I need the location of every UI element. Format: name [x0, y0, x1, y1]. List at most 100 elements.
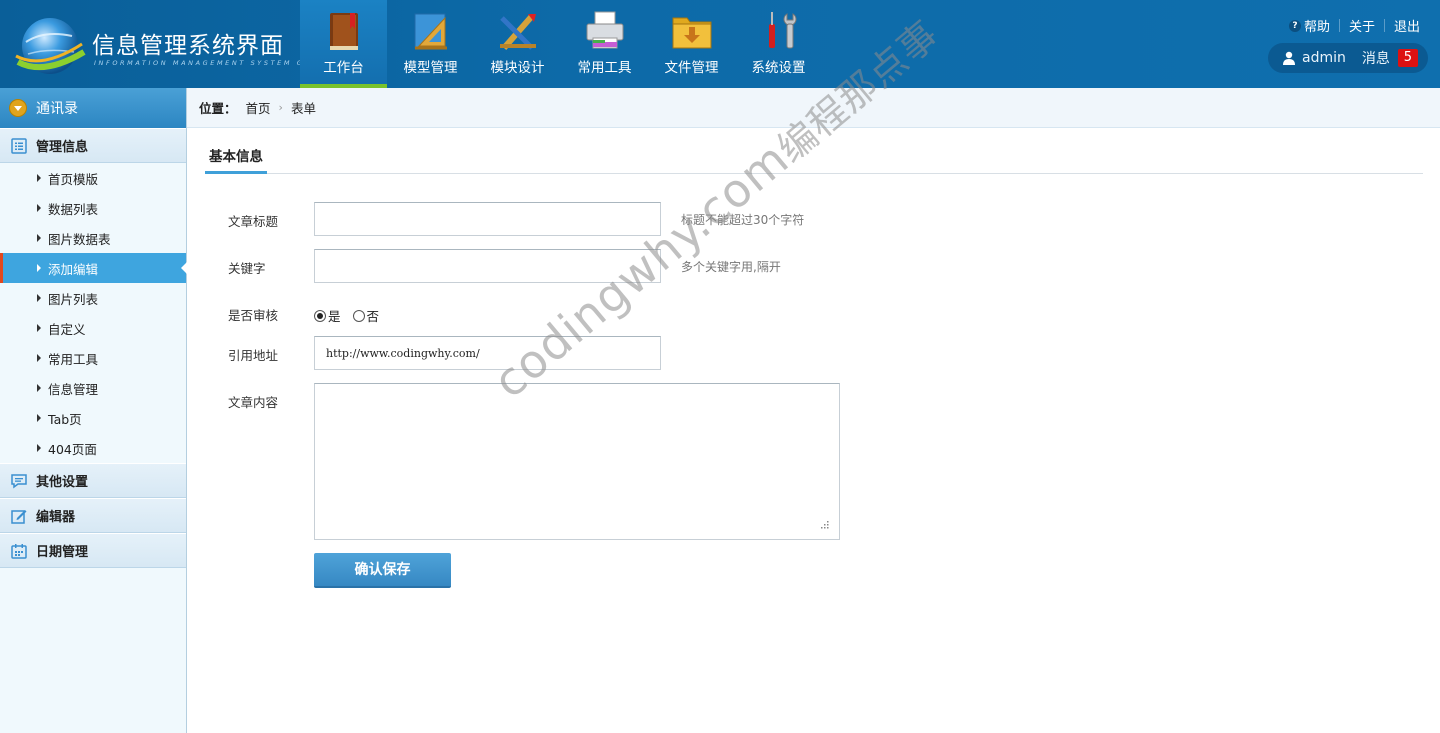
sidebar-group-label: 管理信息: [36, 140, 89, 155]
sidebar-group-other-settings[interactable]: 其他设置: [0, 463, 186, 498]
app-logo[interactable]: 信息管理系统界面 INFORMATION MANAGEMENT SYSTEM G…: [10, 8, 314, 82]
nav-item-workbench[interactable]: 工作台: [300, 0, 387, 88]
divider: [1383, 19, 1385, 32]
tools-wrench-icon: [769, 12, 797, 49]
audit-no-radio[interactable]: [352, 309, 365, 322]
tab-basic-info[interactable]: 基本信息: [205, 146, 267, 174]
keywords-label: 关键字: [228, 261, 266, 276]
audit-yes-radio[interactable]: [314, 309, 326, 322]
sidebar-item-label: Tab页: [48, 411, 82, 427]
main-nav: 工作台 模型管理 模块设计 常用工具 文件管理 系统设置: [300, 0, 822, 88]
article-title-input[interactable]: [315, 203, 660, 235]
user-bar: admin 消息 5: [1268, 43, 1428, 73]
nav-label: 模块设计: [490, 60, 545, 76]
message-count-badge[interactable]: 5: [1397, 49, 1418, 67]
sidebar-item-home-template[interactable]: 首页模版: [0, 163, 186, 193]
sidebar-item-label: 404页面: [48, 441, 97, 457]
list-icon: [11, 137, 27, 154]
help-link[interactable]: 帮助: [1304, 16, 1330, 35]
save-button[interactable]: 确认保存: [314, 553, 451, 588]
sidebar-header-label: 通讯录: [36, 101, 78, 117]
caret-right-icon: [37, 174, 41, 182]
nav-item-tools[interactable]: 常用工具: [561, 0, 648, 88]
sidebar-item-add-edit[interactable]: 添加编辑: [0, 253, 187, 283]
section-tabs: 基本信息: [205, 146, 1423, 174]
sidebar-item-info-manage[interactable]: 信息管理: [0, 373, 186, 403]
sidebar-item-image-list[interactable]: 图片列表: [0, 283, 186, 313]
sidebar-item-label: 添加编辑: [48, 261, 99, 277]
chevron-down-icon: [9, 99, 27, 117]
nav-label: 工作台: [323, 60, 364, 76]
keywords-field[interactable]: [314, 249, 661, 283]
printer-icon: [586, 11, 624, 49]
content-textarea[interactable]: [314, 383, 840, 540]
sidebar-group-editor[interactable]: 编辑器: [0, 498, 186, 533]
audit-radio-group: 是 否: [314, 306, 379, 325]
caret-right-icon: [37, 444, 41, 452]
calendar-icon: [11, 543, 27, 559]
url-field[interactable]: [314, 336, 661, 370]
article-title-hint: 标题不能超过30个字符: [681, 213, 805, 227]
breadcrumb: 位置： 首页 › 表单: [187, 88, 1440, 128]
nav-label: 模型管理: [403, 60, 458, 76]
audit-yes-label[interactable]: 是: [328, 306, 341, 325]
top-links: ? 帮助 关于 退出: [1288, 16, 1420, 35]
sidebar-item-image-data-table[interactable]: 图片数据表: [0, 223, 186, 253]
top-header: 信息管理系统界面 INFORMATION MANAGEMENT SYSTEM G…: [0, 0, 1440, 88]
caret-right-icon: [37, 294, 41, 302]
resize-grip-icon[interactable]: [819, 521, 829, 529]
nav-item-module[interactable]: 模块设计: [474, 0, 561, 88]
keywords-input[interactable]: [315, 250, 660, 282]
sidebar-item-label: 首页模版: [48, 171, 99, 187]
nav-label: 系统设置: [751, 60, 806, 76]
app-title: 信息管理系统界面: [92, 33, 284, 59]
sidebar-item-common-tools[interactable]: 常用工具: [0, 343, 186, 373]
caret-right-icon: [37, 324, 41, 332]
logout-link[interactable]: 退出: [1394, 16, 1420, 35]
app-subtitle: INFORMATION MANAGEMENT SYSTEM GUI: [94, 59, 317, 67]
sidebar-item-404-page[interactable]: 404页面: [0, 433, 186, 463]
nav-label: 文件管理: [664, 60, 719, 76]
nav-item-files[interactable]: 文件管理: [648, 0, 735, 88]
sidebar: 通讯录 管理信息 首页模版 数据列表 图片数据表 添加编辑 图片列表 自定义 常…: [0, 88, 187, 733]
folder-download-icon: [672, 17, 712, 49]
sidebar-item-label: 常用工具: [48, 351, 99, 367]
username[interactable]: admin: [1302, 50, 1346, 66]
sidebar-item-label: 数据列表: [48, 201, 99, 217]
article-title-label: 文章标题: [228, 214, 279, 229]
audit-label: 是否审核: [228, 308, 279, 323]
nav-item-settings[interactable]: 系统设置: [735, 0, 822, 88]
caret-right-icon: [37, 354, 41, 362]
pencil-ruler-icon: [500, 14, 536, 50]
url-label: 引用地址: [228, 348, 279, 363]
edit-icon: [11, 509, 27, 524]
caret-right-icon: [37, 414, 41, 422]
caret-right-icon: [37, 204, 41, 212]
sidebar-item-tab-page[interactable]: Tab页: [0, 403, 186, 433]
sidebar-item-label: 自定义: [48, 321, 86, 337]
divider: [1338, 19, 1340, 32]
content-label: 文章内容: [228, 395, 279, 410]
sidebar-header[interactable]: 通讯录: [0, 88, 186, 128]
article-title-field[interactable]: [314, 202, 661, 236]
globe-logo-icon: [15, 18, 86, 74]
help-icon: ?: [1288, 19, 1301, 32]
sidebar-group-manage-info[interactable]: 管理信息: [0, 128, 186, 163]
messages-link[interactable]: 消息: [1362, 48, 1390, 68]
audit-no-label[interactable]: 否: [367, 306, 380, 325]
breadcrumb-current: 表单: [290, 101, 316, 116]
sidebar-group-label: 其他设置: [36, 475, 89, 490]
breadcrumb-label: 位置：: [199, 101, 237, 116]
sidebar-item-custom[interactable]: 自定义: [0, 313, 186, 343]
sidebar-group-date-manage[interactable]: 日期管理: [0, 533, 186, 568]
about-link[interactable]: 关于: [1349, 16, 1375, 35]
sidebar-item-data-list[interactable]: 数据列表: [0, 193, 186, 223]
breadcrumb-separator-icon: ›: [278, 101, 283, 114]
sidebar-item-label: 信息管理: [48, 381, 99, 397]
keywords-hint: 多个关键字用,隔开: [681, 260, 781, 274]
ruler-triangle-icon: [414, 13, 447, 50]
url-input[interactable]: [315, 337, 660, 369]
nav-item-model[interactable]: 模型管理: [387, 0, 474, 88]
breadcrumb-home[interactable]: 首页: [246, 98, 271, 117]
sidebar-item-label: 图片数据表: [48, 231, 111, 247]
